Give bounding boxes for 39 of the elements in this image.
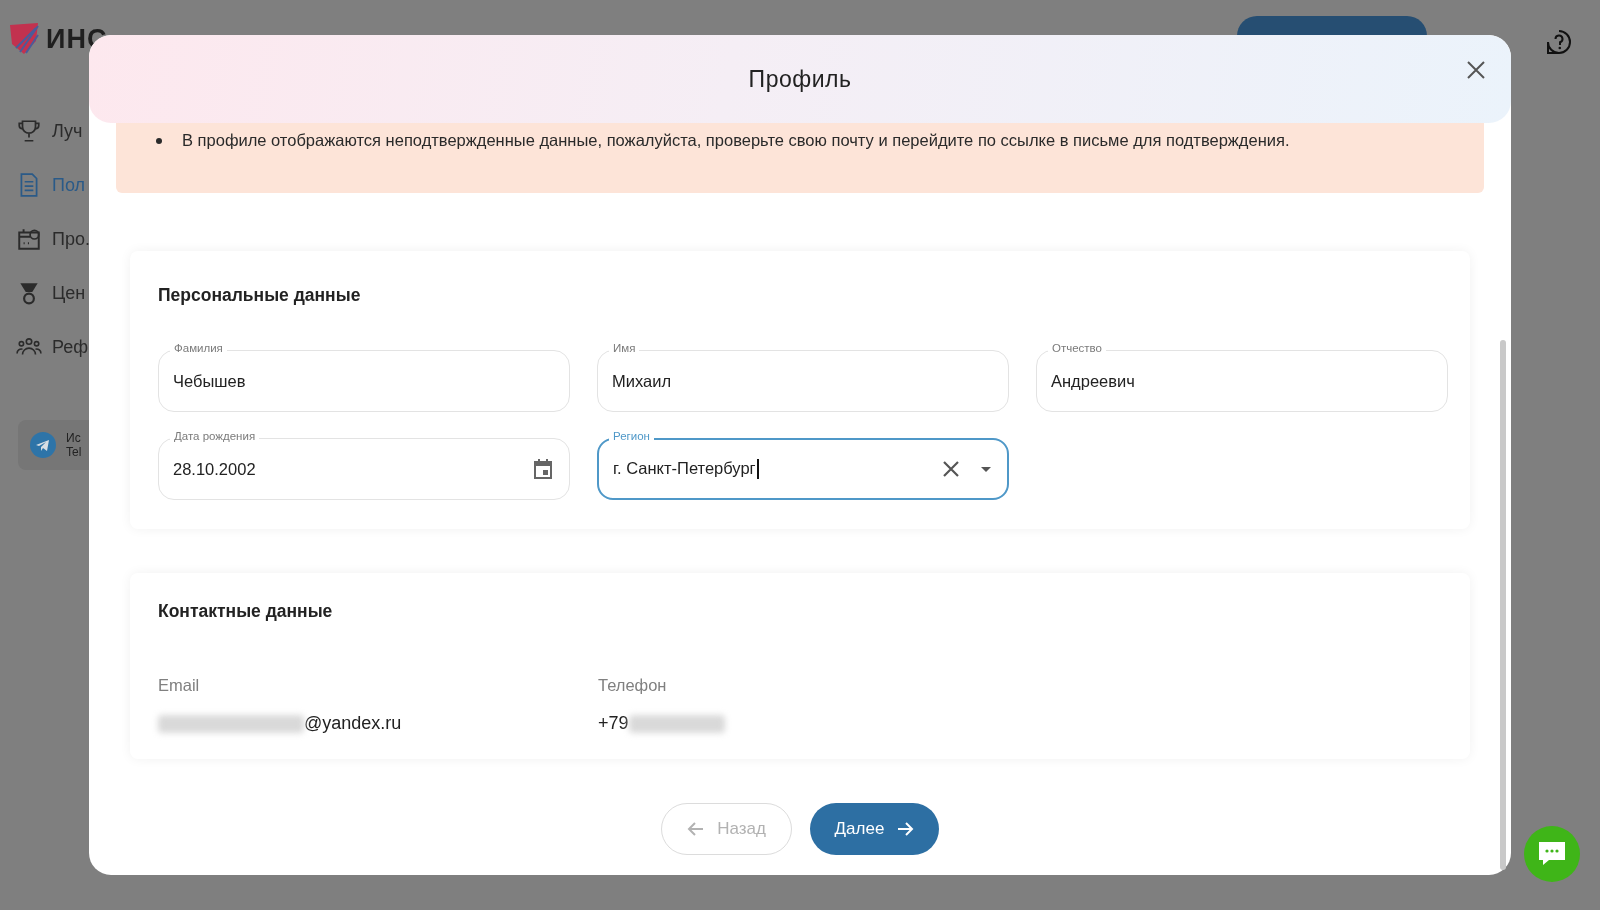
field-value: Андреевич xyxy=(1051,371,1135,390)
section-title: Персональные данные xyxy=(158,285,362,306)
scrollbar[interactable] xyxy=(1500,340,1506,870)
sidebar-item[interactable]: Про. xyxy=(16,226,90,252)
left-arrow-icon xyxy=(687,820,706,838)
field-label: Имя xyxy=(609,342,640,354)
field-label: Фамилия xyxy=(170,342,227,354)
telegram-icon xyxy=(30,432,56,458)
telegram-text: Tel xyxy=(66,445,82,459)
field-label: Отчество xyxy=(1048,342,1106,354)
bullet-icon xyxy=(156,138,162,144)
calendar-icon[interactable] xyxy=(531,457,555,481)
chat-bubble-icon xyxy=(1537,840,1567,868)
trophy-icon xyxy=(16,118,42,144)
section-title: Контактные данные xyxy=(158,601,334,622)
field-value: Чебышев xyxy=(173,371,246,390)
contact-value: +79 xyxy=(598,713,629,734)
field-value: 28.10.2002 xyxy=(173,459,256,478)
telegram-text: Ис xyxy=(66,431,82,445)
help-icon[interactable] xyxy=(1545,28,1573,56)
field-value: Михаил xyxy=(612,371,672,390)
contact-value: @yandex.ru xyxy=(304,713,402,734)
chat-button[interactable] xyxy=(1524,826,1580,882)
field-value: г. Санкт-Петербург xyxy=(613,458,756,477)
contact-label: Телефон xyxy=(598,676,668,695)
field-label: Дата рождения xyxy=(170,430,260,442)
sidebar-item[interactable]: Цен xyxy=(16,280,90,306)
right-arrow-icon xyxy=(896,820,915,838)
next-button[interactable]: Далее xyxy=(810,803,939,855)
shield-logo-icon xyxy=(8,22,42,56)
contact-label: Email xyxy=(158,676,201,695)
calendar-icon xyxy=(16,226,42,252)
dialog-title: Профиль xyxy=(748,65,852,93)
sidebar-item[interactable]: Реф xyxy=(16,334,90,360)
field-label: Регион xyxy=(609,430,654,442)
sidebar-item[interactable]: Пол xyxy=(16,172,90,198)
warning-text: В профиле отображаются неподтвержденные данные, пожалуйста, проверьте свою почту и перейдите по ссылке в письме для подтверждения. xyxy=(182,131,1290,149)
sidebar-item[interactable]: Луч xyxy=(16,118,90,144)
text-cursor xyxy=(756,459,759,480)
